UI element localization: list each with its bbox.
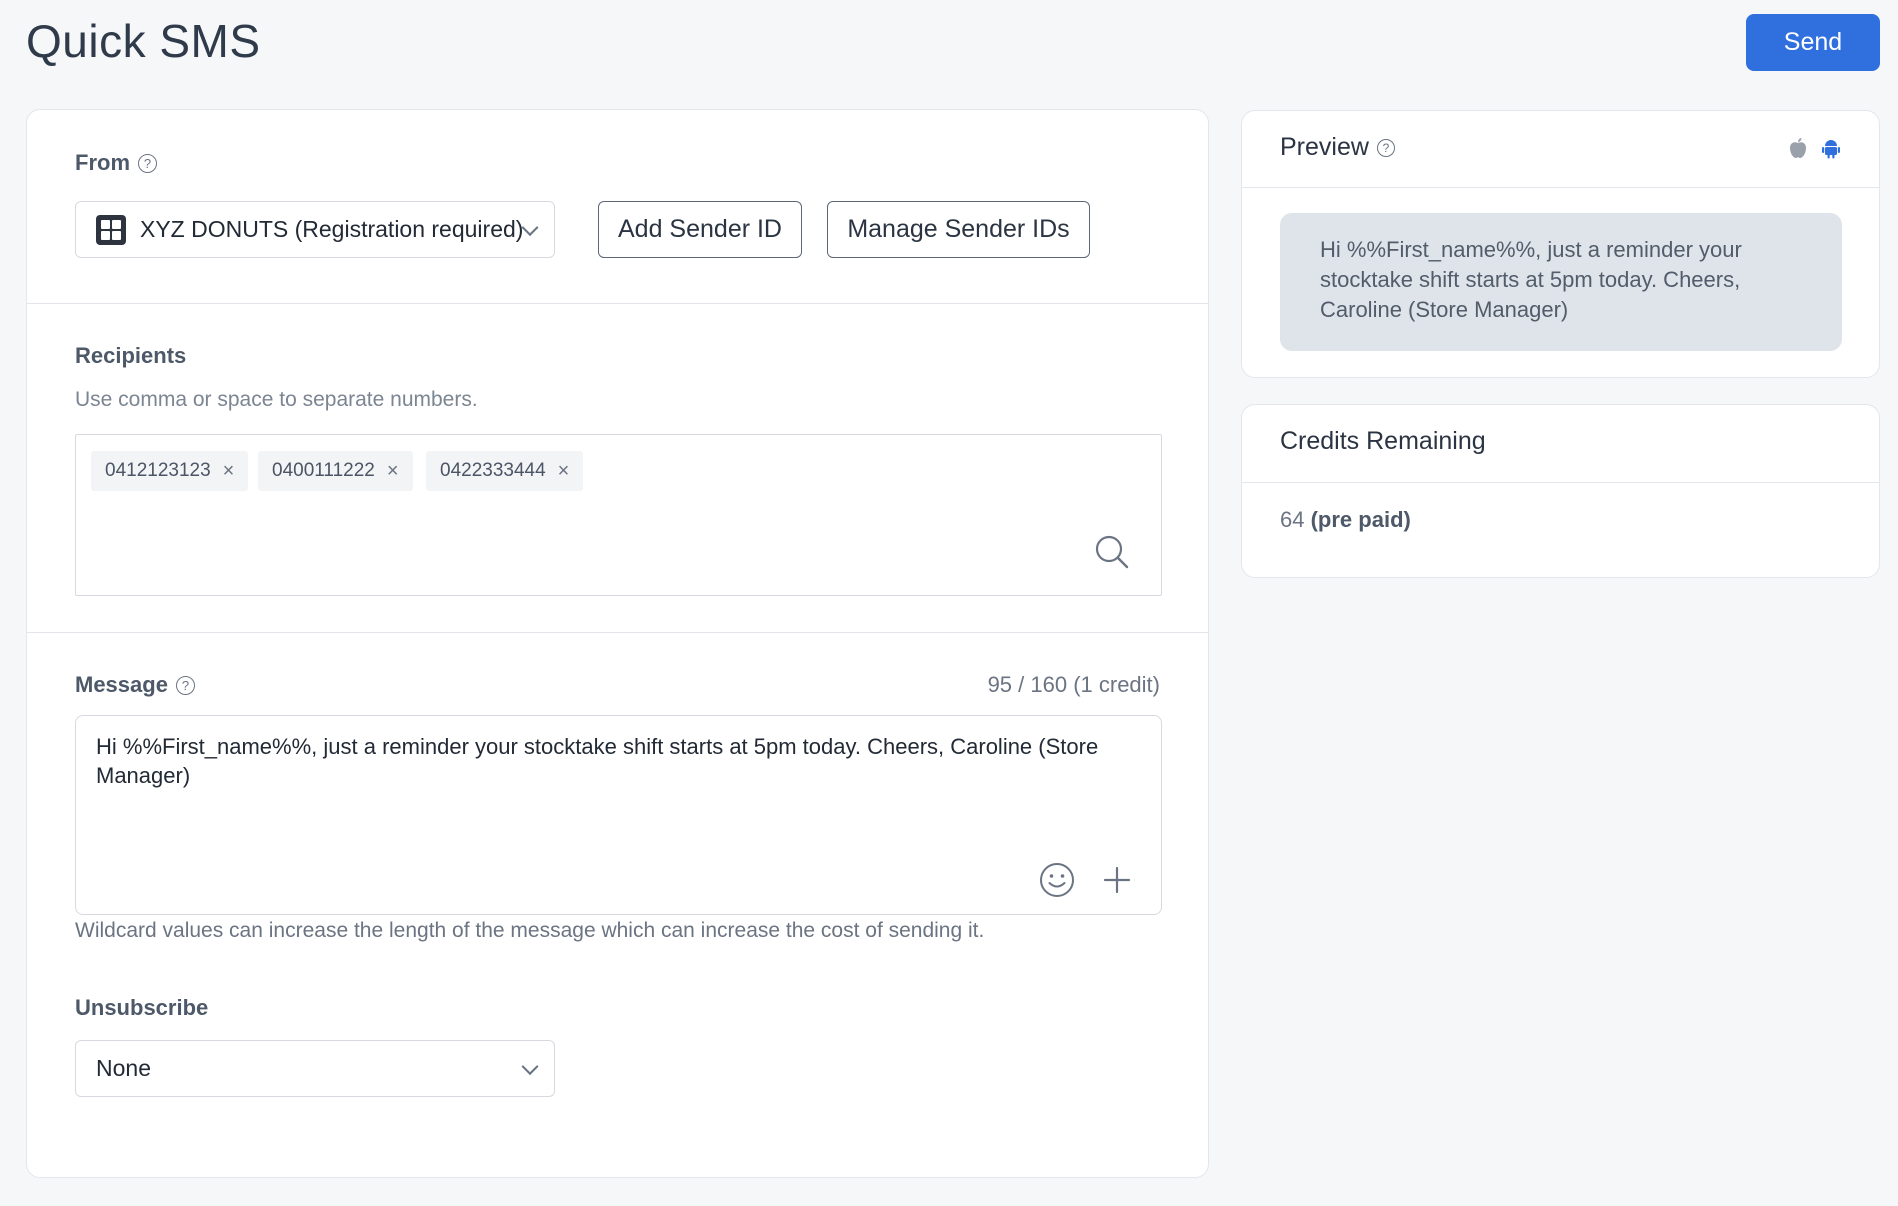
page-title: Quick SMS <box>26 15 261 67</box>
manage-sender-ids-button[interactable]: Manage Sender IDs <box>827 201 1090 258</box>
credits-title: Credits Remaining <box>1280 427 1486 455</box>
message-textarea[interactable]: Hi %%First_name%%, just a reminder your … <box>75 715 1162 915</box>
unsubscribe-select[interactable]: None <box>75 1040 555 1097</box>
preview-message-bubble: Hi %%First_name%%, just a reminder your … <box>1280 213 1842 351</box>
credits-card: Credits Remaining 64 (pre paid) <box>1241 404 1880 578</box>
quick-sms-page: Quick SMS Send From ? XYZ DONUTS (Regist… <box>0 0 1898 1206</box>
add-sender-id-button[interactable]: Add Sender ID <box>598 201 802 258</box>
remove-recipient-icon[interactable]: × <box>223 461 235 481</box>
preview-help-icon[interactable]: ? <box>1376 138 1395 157</box>
section-divider <box>27 632 1208 633</box>
unsubscribe-value: None <box>96 1055 151 1081</box>
character-counter: 95 / 160 (1 credit) <box>987 672 1160 697</box>
send-button[interactable]: Send <box>1746 14 1880 71</box>
compose-card: From ? XYZ DONUTS (Registration required… <box>26 109 1209 1178</box>
recipients-input[interactable]: 0412123123 × 0400111222 × 0422333444 × <box>75 434 1162 596</box>
wildcard-note: Wildcard values can increase the length … <box>75 919 985 942</box>
sender-id-select[interactable]: XYZ DONUTS (Registration required) <box>75 201 555 258</box>
sender-id-icon <box>96 214 126 245</box>
message-text: Hi %%First_name%%, just a reminder your … <box>96 734 1099 788</box>
credits-type: (pre paid) <box>1310 507 1411 532</box>
chevron-down-icon <box>521 218 539 236</box>
message-label: Message ? <box>75 672 195 698</box>
from-label: From ? <box>75 150 157 176</box>
recipient-tag: 0400111222 × <box>258 451 413 491</box>
emoji-icon[interactable] <box>1039 862 1075 898</box>
section-divider <box>1242 482 1879 483</box>
android-icon[interactable] <box>1821 137 1841 159</box>
recipients-label: Recipients <box>75 343 187 368</box>
unsubscribe-label: Unsubscribe <box>75 995 209 1020</box>
remove-recipient-icon[interactable]: × <box>558 461 570 481</box>
from-help-icon[interactable]: ? <box>138 153 157 173</box>
sender-id-value: XYZ DONUTS (Registration required) <box>140 216 524 242</box>
recipient-tag: 0412123123 × <box>91 451 249 491</box>
credits-amount: 64 <box>1280 507 1305 532</box>
search-icon[interactable] <box>1095 535 1129 569</box>
recipients-hint: Use comma or space to separate numbers. <box>75 388 478 411</box>
preview-title: Preview ? <box>1280 133 1395 162</box>
credits-value: 64 (pre paid) <box>1280 507 1411 533</box>
preview-card: Preview ? Hi %%First_name%%, just a remi… <box>1241 110 1880 378</box>
section-divider <box>1242 187 1879 188</box>
message-help-icon[interactable]: ? <box>175 675 195 695</box>
remove-recipient-icon[interactable]: × <box>387 461 399 481</box>
chevron-down-icon <box>521 1057 539 1075</box>
section-divider <box>27 303 1208 304</box>
apple-icon[interactable] <box>1788 137 1808 159</box>
add-wildcard-icon[interactable] <box>1099 862 1135 898</box>
recipient-tag: 0422333444 × <box>426 451 584 491</box>
